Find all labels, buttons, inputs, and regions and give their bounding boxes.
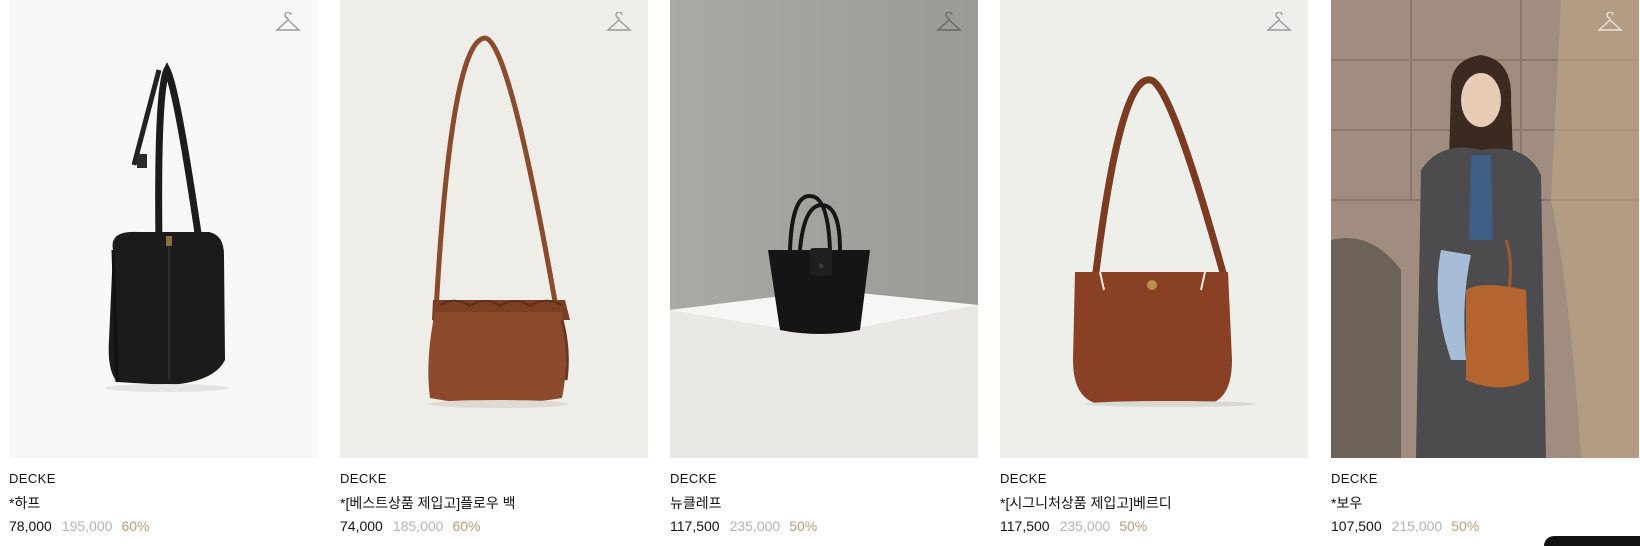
- brand-label[interactable]: DECKE: [340, 470, 648, 487]
- product-name[interactable]: *[시그니처상품 제입고]베르디: [1000, 494, 1308, 512]
- product-name[interactable]: *[베스트상품 제입고]플로우 백: [340, 494, 648, 512]
- sale-price: 117,500: [670, 518, 720, 534]
- product-card[interactable]: DECKE *보우 107,500 215,000 50%: [1331, 0, 1639, 535]
- original-price: 185,000: [392, 518, 444, 534]
- hanger-icon[interactable]: [275, 12, 301, 34]
- brown-flow-bag-image: [340, 0, 648, 458]
- product-name[interactable]: 뉴클레프: [670, 494, 978, 512]
- hanger-icon[interactable]: [1266, 12, 1292, 34]
- price-row: 117,500 235,000 50%: [670, 517, 978, 535]
- product-card[interactable]: DECKE *[시그니처상품 제입고]베르디 117,500 235,000 50%: [1000, 0, 1308, 535]
- original-price: 195,000: [61, 518, 113, 534]
- product-card[interactable]: DECKE 뉴클레프 117,500 235,000 50%: [670, 0, 978, 535]
- product-image[interactable]: [340, 0, 648, 458]
- discount-rate: 60%: [121, 518, 150, 534]
- price-row: 107,500 215,000 50%: [1331, 517, 1639, 535]
- hanger-icon[interactable]: [1597, 12, 1623, 34]
- brand-label[interactable]: DECKE: [670, 470, 978, 487]
- hanger-icon[interactable]: [936, 12, 962, 34]
- floating-button-edge[interactable]: [1544, 536, 1640, 546]
- sale-price: 78,000: [9, 518, 52, 534]
- price-row: 74,000 185,000 60%: [340, 517, 648, 535]
- sale-price: 117,500: [1000, 518, 1050, 534]
- discount-rate: 60%: [452, 518, 481, 534]
- original-price: 235,000: [1059, 518, 1111, 534]
- price-row: 117,500 235,000 50%: [1000, 517, 1308, 535]
- sale-price: 107,500: [1331, 518, 1382, 534]
- brown-verdi-bag-image: [1000, 0, 1308, 458]
- sale-price: 74,000: [340, 518, 383, 534]
- brand-label[interactable]: DECKE: [9, 470, 317, 487]
- model-with-bow-bag-image: [1331, 0, 1639, 458]
- product-image[interactable]: [1000, 0, 1308, 458]
- product-name[interactable]: *보우: [1331, 494, 1639, 512]
- product-name[interactable]: *하프: [9, 494, 317, 512]
- price-row: 78,000 195,000 60%: [9, 517, 317, 535]
- hanger-icon[interactable]: [606, 12, 632, 34]
- brand-label[interactable]: DECKE: [1000, 470, 1308, 487]
- black-bucket-bag-image: [9, 0, 317, 458]
- product-card[interactable]: DECKE *[베스트상품 제입고]플로우 백 74,000 185,000 60%: [340, 0, 648, 535]
- product-image[interactable]: [670, 0, 978, 458]
- product-image[interactable]: [9, 0, 317, 458]
- product-image[interactable]: [1331, 0, 1639, 458]
- product-card[interactable]: DECKE *하프 78,000 195,000 60%: [9, 0, 317, 535]
- original-price: 235,000: [729, 518, 781, 534]
- brand-label[interactable]: DECKE: [1331, 470, 1639, 487]
- discount-rate: 50%: [1451, 518, 1480, 534]
- discount-rate: 50%: [789, 518, 818, 534]
- black-mini-tote-image: [670, 0, 978, 458]
- discount-rate: 50%: [1119, 518, 1148, 534]
- original-price: 215,000: [1391, 518, 1443, 534]
